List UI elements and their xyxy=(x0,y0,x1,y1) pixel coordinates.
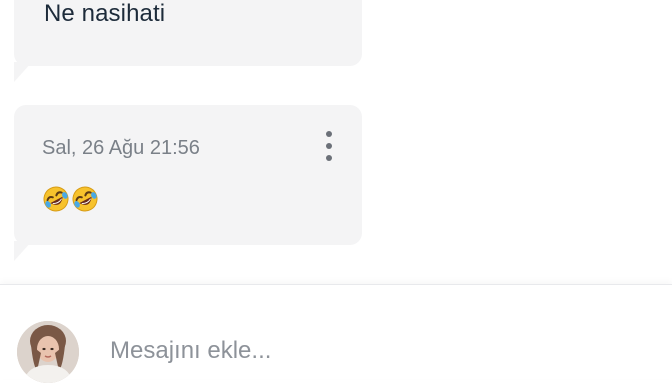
bubble-tail xyxy=(14,62,32,82)
message-text: Ne nasihati xyxy=(44,0,166,27)
message-input[interactable] xyxy=(96,329,636,373)
message-timestamp: Sal, 26 Ağu 21:56 xyxy=(42,137,200,159)
menu-dot xyxy=(326,155,332,161)
menu-dot xyxy=(326,131,332,137)
message-emoji-content xyxy=(42,185,99,213)
previous-message-bubble: Ne nasihati xyxy=(14,0,362,66)
more-vertical-icon[interactable] xyxy=(319,129,339,163)
menu-dot xyxy=(326,143,332,149)
current-message-bubble: Sal, 26 Ağu 21:56 xyxy=(14,105,362,245)
user-avatar[interactable] xyxy=(17,321,79,383)
rolling-on-floor-laughing-emoji xyxy=(72,186,98,212)
rolling-on-floor-laughing-emoji xyxy=(43,186,69,212)
bubble-tail xyxy=(14,241,32,261)
avatar-image xyxy=(17,321,79,383)
message-composer xyxy=(0,284,672,383)
